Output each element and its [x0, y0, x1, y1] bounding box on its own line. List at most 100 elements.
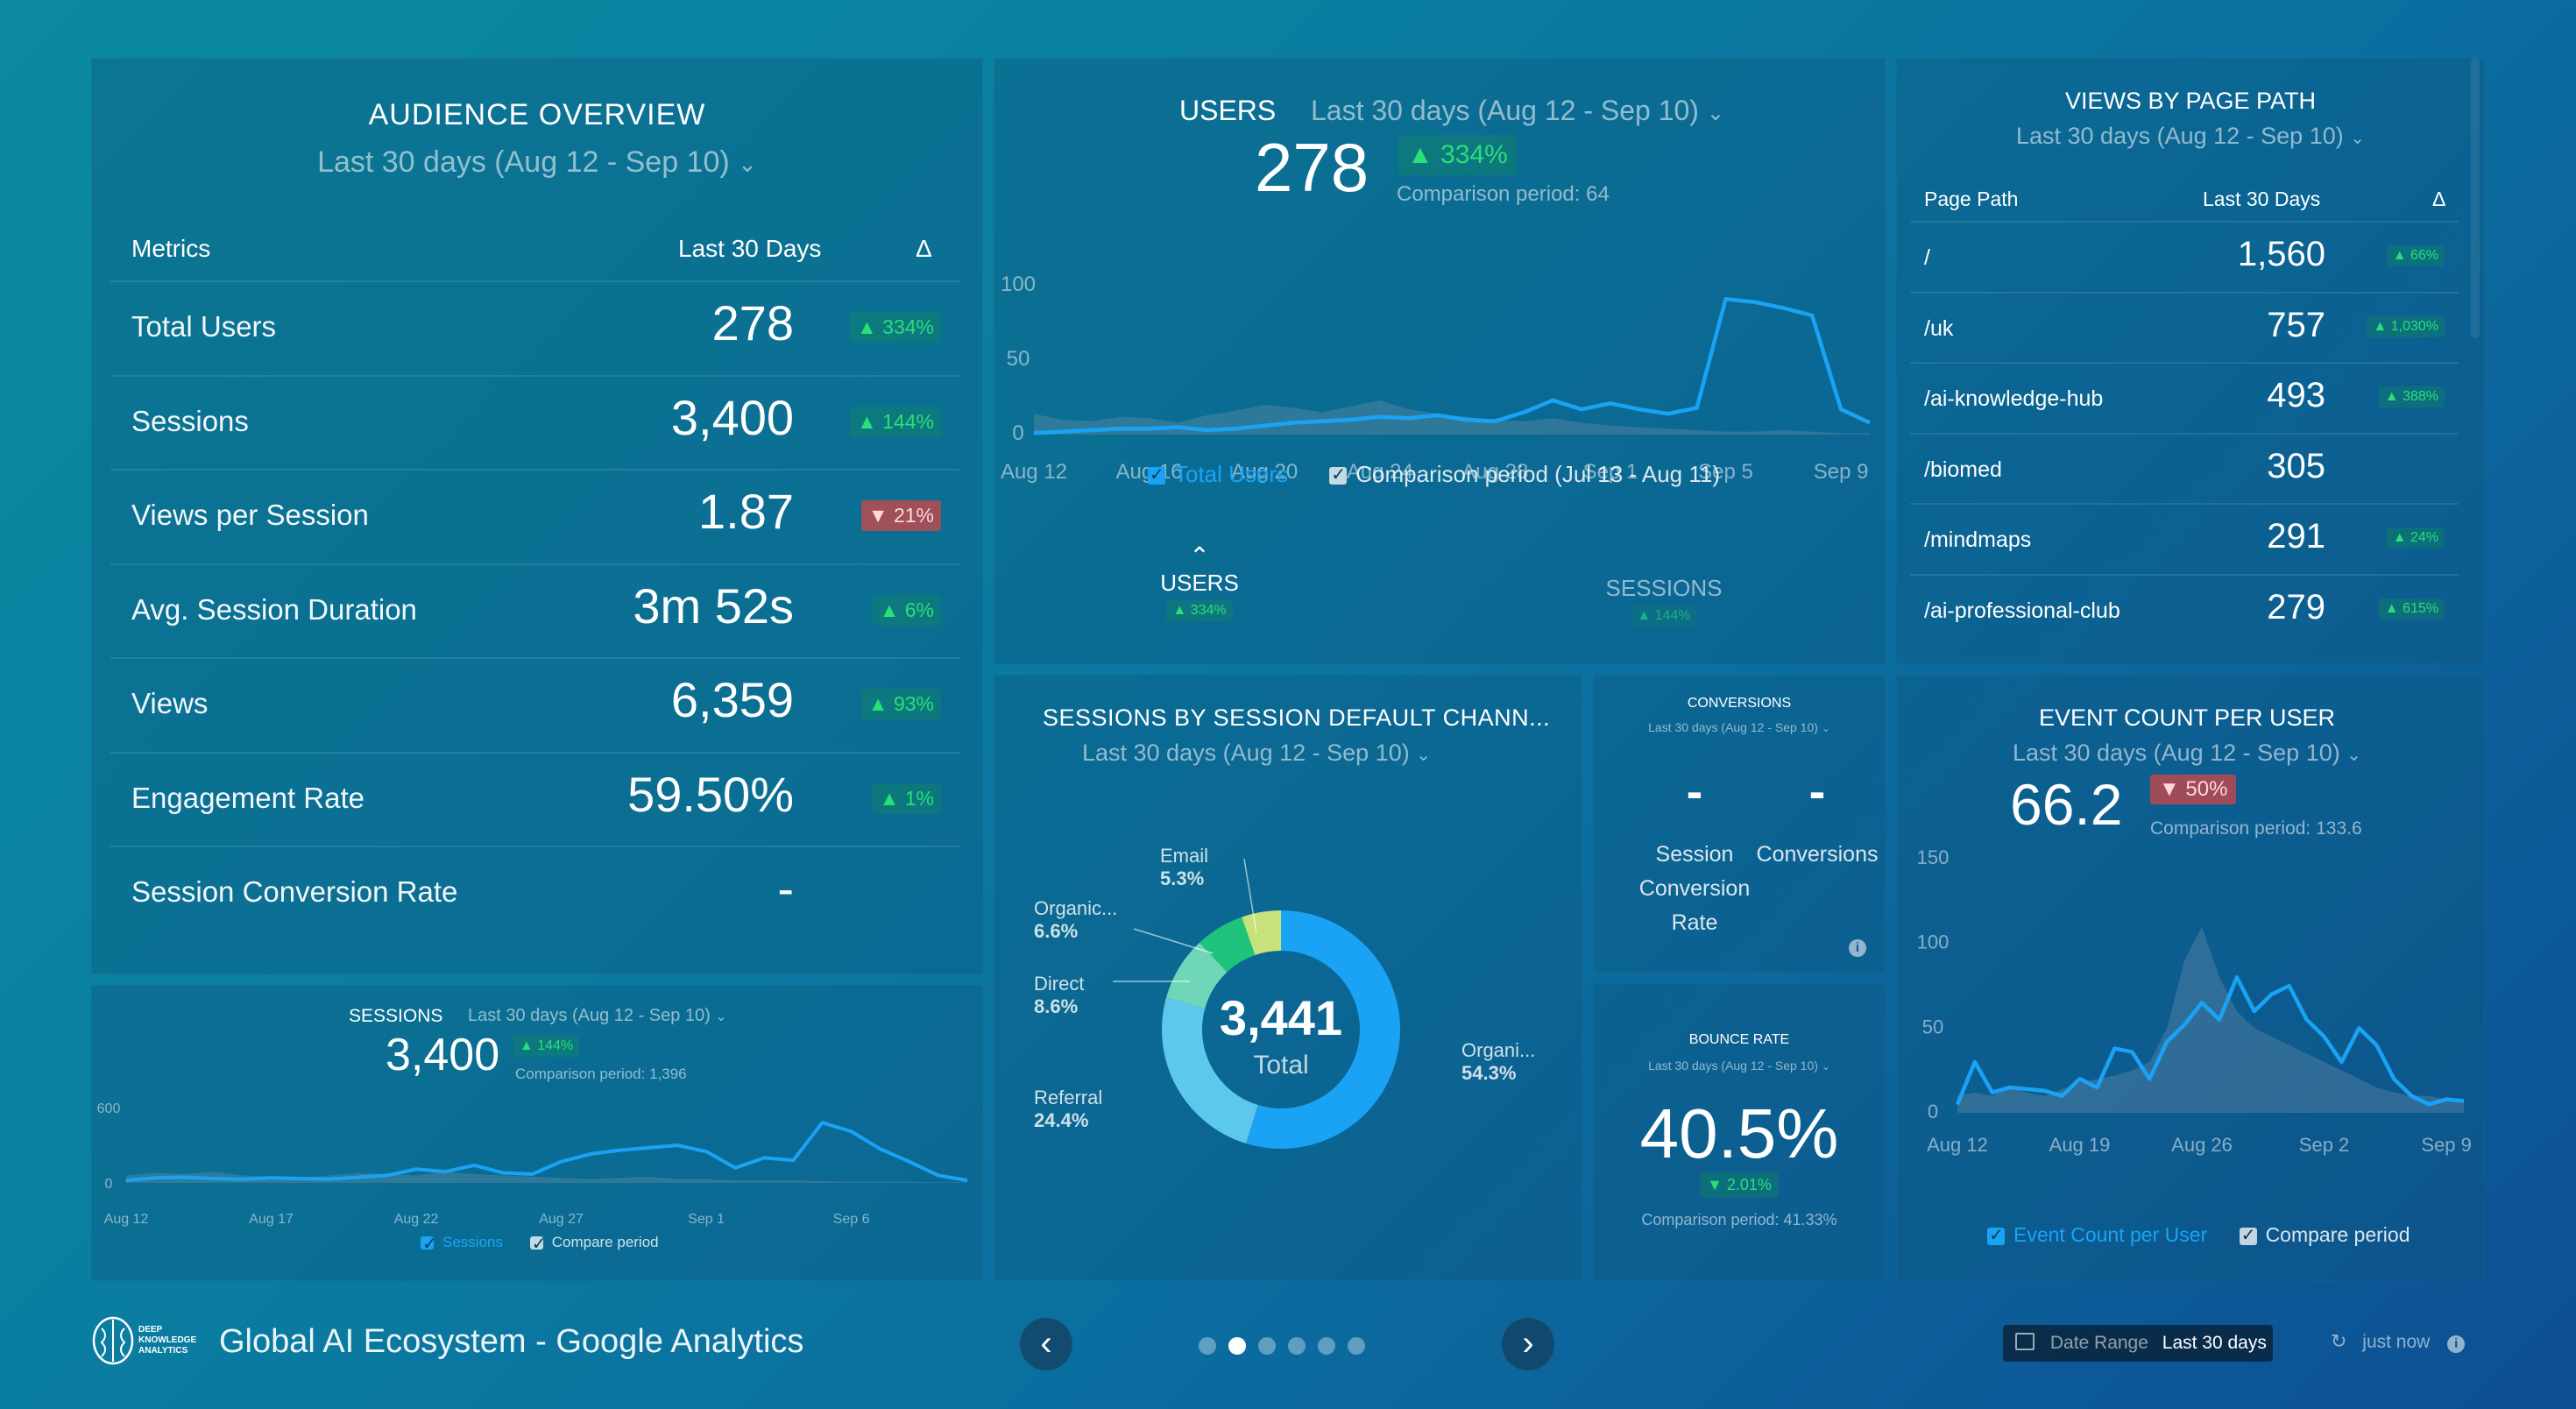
donut-slice: [1199, 917, 1256, 973]
row-divider: [1910, 503, 2459, 505]
conversions-range-label: Last 30 days (Aug 12 - Sep 10): [1648, 720, 1818, 734]
scrollbar[interactable]: [2471, 58, 2480, 338]
x-tick-label: Sep 6: [833, 1212, 870, 1227]
page-dot-2[interactable]: [1228, 1337, 1246, 1355]
users-value: 278: [1255, 129, 1369, 206]
page-path-row[interactable]: /mindmaps 291 ▲ 24%: [1910, 503, 2459, 574]
page-path-label: /ai-professional-club: [1924, 598, 2120, 623]
events-delta-badge: ▼ 50%: [2150, 775, 2237, 804]
bounce-range-dropdown[interactable]: Last 30 days (Aug 12 - Sep 10) ⌄: [1593, 1059, 1886, 1073]
info-icon[interactable]: i: [1849, 939, 1866, 957]
page-path-label: /biomed: [1924, 457, 2002, 482]
page-dot-4[interactable]: [1288, 1337, 1306, 1355]
page-path-label: /ai-knowledge-hub: [1924, 386, 2104, 411]
date-range-control[interactable]: Date Range Last 30 days: [2003, 1325, 2273, 1362]
chevron-down-icon: ⌄: [1821, 1060, 1830, 1073]
tab-sessions[interactable]: SESSIONS ▲ 144%: [1554, 575, 1773, 627]
conversions-range-dropdown[interactable]: Last 30 days (Aug 12 - Sep 10) ⌄: [1593, 720, 1886, 734]
refresh-status[interactable]: ↻ just now i: [2331, 1330, 2466, 1353]
pages-range-dropdown[interactable]: Last 30 days (Aug 12 - Sep 10) ⌄: [1896, 123, 2485, 150]
pages-col-path: Page Path: [1924, 188, 2019, 210]
legend-total-users[interactable]: Total Users: [1148, 461, 1288, 487]
audience-row-label: Engagement Rate: [131, 781, 365, 814]
row-divider: [110, 563, 960, 565]
row-divider: [110, 657, 960, 659]
events-chart: 0 50 100 150 Aug 12 Aug 19 Aug 26 Sep 2 Sep 9: [1917, 846, 2472, 1156]
channels-range-dropdown[interactable]: Last 30 days (Aug 12 - Sep 10) ⌄: [994, 740, 1519, 767]
tab-users-delta: ▲ 334%: [1166, 600, 1233, 621]
donut-leader-line: [1133, 928, 1214, 954]
sessions-range-dropdown[interactable]: Last 30 days (Aug 12 - Sep 10) ⌄: [468, 1006, 727, 1026]
row-divider: [1910, 573, 2459, 576]
x-tick-label: Sep 9: [2421, 1134, 2472, 1156]
page-dot-5[interactable]: [1318, 1337, 1335, 1355]
donut-label-name: Referral: [1034, 1087, 1102, 1108]
legend-sessions[interactable]: Sessions: [421, 1233, 503, 1255]
x-tick-label: Aug 19: [2049, 1134, 2111, 1156]
audience-row: Views 6,359 ▲ 93%: [110, 657, 960, 752]
page-path-row[interactable]: /ai-knowledge-hub 493 ▲ 388%: [1910, 362, 2459, 433]
sessions-title: SESSIONS: [349, 1006, 443, 1026]
page-path-value: 1,560: [2237, 235, 2325, 273]
legend-compare-period[interactable]: Compare period: [2239, 1223, 2410, 1246]
info-icon[interactable]: i: [2447, 1335, 2466, 1353]
legend-compare[interactable]: Compare period: [529, 1233, 659, 1255]
page-dot-3[interactable]: [1258, 1337, 1276, 1355]
x-tick-label: Aug 26: [2171, 1134, 2233, 1156]
next-page-button[interactable]: ›: [1502, 1318, 1554, 1370]
audience-range-label: Last 30 days (Aug 12 - Sep 10): [317, 145, 730, 179]
audience-row-value: 59.50%: [627, 766, 794, 822]
audience-title: AUDIENCE OVERVIEW: [368, 98, 706, 131]
users-range-dropdown[interactable]: Last 30 days (Aug 12 - Sep 10) ⌄: [1311, 95, 1724, 127]
events-range-label: Last 30 days (Aug 12 - Sep 10): [2012, 740, 2340, 766]
tab-users[interactable]: ⌃ USERS ▲ 334%: [1090, 542, 1309, 621]
audience-row-delta: ▲ 144%: [850, 406, 941, 437]
x-tick-label: Aug 27: [539, 1212, 584, 1227]
chevron-down-icon: ⌄: [1416, 746, 1431, 765]
legend-comparison[interactable]: Comparison period (Jul 13 - Aug 11): [1329, 461, 1720, 487]
page-dot-1[interactable]: [1199, 1337, 1216, 1355]
refresh-icon: ↻: [2331, 1330, 2347, 1352]
x-tick-label: Aug 12: [104, 1212, 149, 1227]
row-divider: [1910, 362, 2459, 364]
donut-label-name: Direct: [1034, 973, 1084, 995]
y-tick-label: 50: [1007, 347, 1030, 371]
date-range-value: Last 30 days: [2162, 1333, 2267, 1353]
page-path-value: 291: [2267, 517, 2325, 556]
row-divider: [110, 469, 960, 471]
page-path-row[interactable]: /ai-professional-club 279 ▲ 615%: [1910, 573, 2459, 645]
donut-label-pct: 54.3%: [1461, 1062, 1516, 1084]
page-path-row[interactable]: /uk 757 ▲ 1,030%: [1910, 291, 2459, 363]
x-tick-label: Sep 1: [688, 1212, 725, 1227]
donut-label-name: Email: [1160, 845, 1208, 867]
audience-row-delta: ▲ 6%: [872, 594, 941, 626]
legend-event-count[interactable]: Event Count per User: [1987, 1223, 2207, 1246]
chevron-up-icon: ⌃: [1189, 542, 1210, 570]
audience-row-label: Sessions: [131, 404, 249, 437]
donut-label-pct: 8.6%: [1034, 995, 1078, 1017]
channels-range-label: Last 30 days (Aug 12 - Sep 10): [1081, 740, 1410, 766]
prev-page-button[interactable]: ‹: [1020, 1318, 1072, 1370]
donut-slice: [1242, 910, 1282, 956]
logo-text: DEEP KNOWLEDGE ANALYTICS: [138, 1325, 197, 1356]
page-path-row[interactable]: /biomed 305: [1910, 432, 2459, 504]
audience-col-delta: Δ: [916, 235, 932, 262]
calendar-icon: [2015, 1333, 2035, 1351]
audience-row-value: 6,359: [670, 672, 794, 727]
sessions-value: 3,400: [386, 1030, 500, 1080]
conversions-value: -: [1808, 763, 1826, 818]
page-path-delta: ▲ 1,030%: [2367, 315, 2445, 337]
page-path-delta: ▲ 388%: [2378, 386, 2445, 407]
sessions-range-label: Last 30 days (Aug 12 - Sep 10): [468, 1006, 711, 1025]
audience-range-dropdown[interactable]: Last 30 days (Aug 12 - Sep 10) ⌄: [91, 145, 983, 180]
refresh-time: just now: [2362, 1332, 2431, 1352]
checkbox-icon: [1148, 464, 1165, 485]
page-dot-6[interactable]: [1348, 1337, 1365, 1355]
sessions-delta-badge: ▲ 144%: [513, 1036, 580, 1057]
legend-event-count-label: Event Count per User: [2013, 1223, 2208, 1246]
page-path-row[interactable]: / 1,560 ▲ 66%: [1910, 221, 2459, 292]
page-path-value: 757: [2267, 305, 2325, 344]
page-path-value: 493: [2267, 376, 2325, 414]
y-tick-label: 150: [1917, 846, 1950, 868]
events-range-dropdown[interactable]: Last 30 days (Aug 12 - Sep 10) ⌄: [1896, 740, 2478, 767]
